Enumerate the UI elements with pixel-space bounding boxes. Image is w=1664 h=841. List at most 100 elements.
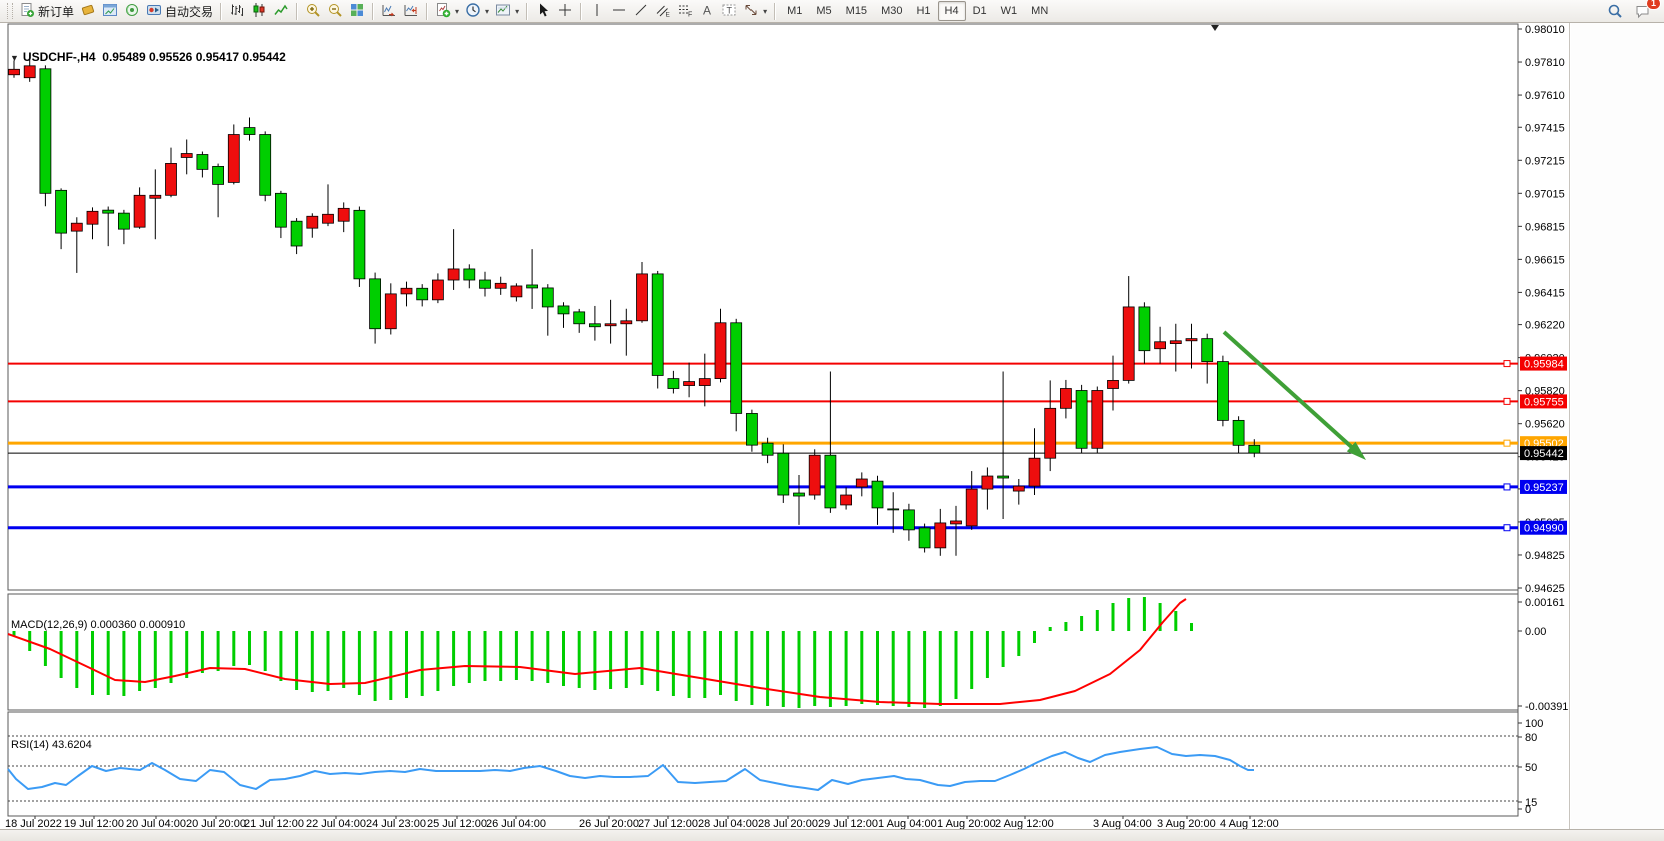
candle-body xyxy=(1092,390,1103,448)
candle-body xyxy=(558,306,569,314)
zoom-out-button[interactable] xyxy=(324,2,346,21)
channel-button[interactable]: E xyxy=(652,2,674,21)
candlestick-icon xyxy=(251,2,267,21)
navigator-button[interactable] xyxy=(121,2,143,21)
candle-body xyxy=(166,163,177,195)
chart-window[interactable]: ▼USDCHF-,H4 0.95489 0.95526 0.95417 0.95… xyxy=(0,23,1570,831)
timeframe-m1-button[interactable]: M1 xyxy=(780,1,809,21)
svg-text:0.94825: 0.94825 xyxy=(1525,550,1565,562)
candle-body xyxy=(40,69,51,194)
zoom-in-button[interactable] xyxy=(302,2,324,21)
line-handle[interactable] xyxy=(1504,440,1510,446)
line-handle[interactable] xyxy=(1504,361,1510,367)
candle-body xyxy=(1249,445,1260,453)
vertical-line-button[interactable] xyxy=(586,2,608,21)
candle-body xyxy=(417,288,428,300)
timeframe-h4-button[interactable]: H4 xyxy=(938,1,966,21)
svg-text:0.96220: 0.96220 xyxy=(1525,320,1565,332)
timeframe-w1-button[interactable]: W1 xyxy=(994,1,1025,21)
templates-button[interactable]: ▾ xyxy=(492,2,522,21)
empty-client-area xyxy=(1571,23,1664,830)
candle-body xyxy=(87,211,98,224)
channel-icon: E xyxy=(655,2,671,21)
candlestick-button[interactable] xyxy=(248,2,270,21)
candle-body xyxy=(511,286,522,297)
svg-text:0.00161: 0.00161 xyxy=(1525,597,1565,609)
svg-text:0.00: 0.00 xyxy=(1525,626,1546,638)
timeframe-mn-button[interactable]: MN xyxy=(1024,1,1055,21)
candle-body xyxy=(323,214,334,223)
candle-body xyxy=(966,489,977,526)
auto-scroll-button[interactable] xyxy=(378,2,400,21)
indicators-button[interactable]: ▾ xyxy=(432,2,462,21)
line-handle[interactable] xyxy=(1504,484,1510,490)
candle-body xyxy=(370,279,381,329)
svg-text:T: T xyxy=(727,5,733,15)
new-order-button[interactable]: 新订单 xyxy=(16,2,77,21)
periods-button[interactable]: ▾ xyxy=(462,2,492,21)
chat-icon[interactable]: 1 xyxy=(1632,2,1654,21)
candle-body xyxy=(982,476,993,489)
data-window-button[interactable] xyxy=(99,2,121,21)
candle-body xyxy=(935,523,946,548)
candle-body xyxy=(448,269,459,280)
candle-body xyxy=(103,210,114,213)
candle-body xyxy=(495,283,506,288)
candle-body xyxy=(825,455,836,508)
market-watch-icon xyxy=(80,2,96,21)
fibonacci-button[interactable]: F xyxy=(674,2,696,21)
price-label-text: 0.95237 xyxy=(1524,482,1564,494)
timeframe-m15-button[interactable]: M15 xyxy=(839,1,874,21)
autotrade-button[interactable]: 自动交易 xyxy=(143,2,216,21)
search-icon[interactable] xyxy=(1604,2,1626,21)
rsi-indicator-label: RSI(14) 43.6204 xyxy=(11,739,92,751)
candle-body xyxy=(1186,339,1197,341)
line-handle[interactable] xyxy=(1504,525,1510,531)
candle-body xyxy=(731,323,742,414)
text-button[interactable]: A xyxy=(696,2,718,21)
candle-body xyxy=(1060,389,1071,409)
line-chart-button[interactable] xyxy=(270,2,292,21)
svg-text:0.96815: 0.96815 xyxy=(1525,221,1565,233)
candle-body xyxy=(71,223,82,231)
horizontal-line-button[interactable] xyxy=(608,2,630,21)
svg-text:0.97810: 0.97810 xyxy=(1525,57,1565,69)
text-label-button[interactable]: T xyxy=(718,2,740,21)
timeframe-m30-button[interactable]: M30 xyxy=(874,1,909,21)
mt4-window: 新订单自动交易▾▾▾EFAT▾M1M5M15M30H1H4D1W1MN1 ▼US… xyxy=(0,0,1664,841)
toolbar-separator xyxy=(580,3,582,20)
zoom-in-icon xyxy=(305,2,321,21)
candle-body xyxy=(1202,339,1213,362)
candle-body xyxy=(1045,408,1056,458)
price-label-text: 0.95442 xyxy=(1524,448,1564,460)
timeframe-m5-button[interactable]: M5 xyxy=(809,1,838,21)
timeframe-d1-button[interactable]: D1 xyxy=(966,1,994,21)
line-handle[interactable] xyxy=(1504,398,1510,404)
candle-body xyxy=(464,269,475,280)
toolbar-separator xyxy=(220,3,222,20)
toolbar-grip[interactable] xyxy=(7,3,13,19)
data-window-icon xyxy=(102,2,118,21)
trendline-button[interactable] xyxy=(630,2,652,21)
toolbar-separator xyxy=(372,3,374,20)
price-chart-canvas[interactable]: 0.980100.978100.976100.974150.972150.970… xyxy=(0,23,1570,831)
zoom-out-icon xyxy=(327,2,343,21)
arrows-button[interactable]: ▾ xyxy=(740,2,770,21)
candle-body xyxy=(951,521,962,524)
crosshair-button[interactable] xyxy=(554,2,576,21)
candle-body xyxy=(762,443,773,455)
candle-body xyxy=(9,69,20,74)
chevron-down-icon: ▾ xyxy=(763,7,767,16)
timeframe-h1-button[interactable]: H1 xyxy=(909,1,937,21)
time-axis[interactable]: 18 Jul 202219 Jul 12:0020 Jul 04:0020 Ju… xyxy=(5,816,1279,830)
chart-shift-button[interactable] xyxy=(400,2,422,21)
svg-text:F: F xyxy=(688,11,692,18)
bar-chart-icon xyxy=(229,2,245,21)
tile-windows-button[interactable] xyxy=(346,2,368,21)
svg-text:50: 50 xyxy=(1525,762,1537,774)
chevron-down-icon[interactable]: ▼ xyxy=(10,53,19,63)
candle-body xyxy=(527,285,538,288)
market-watch-button[interactable] xyxy=(77,2,99,21)
cursor-button[interactable] xyxy=(532,2,554,21)
bar-chart-button[interactable] xyxy=(226,2,248,21)
